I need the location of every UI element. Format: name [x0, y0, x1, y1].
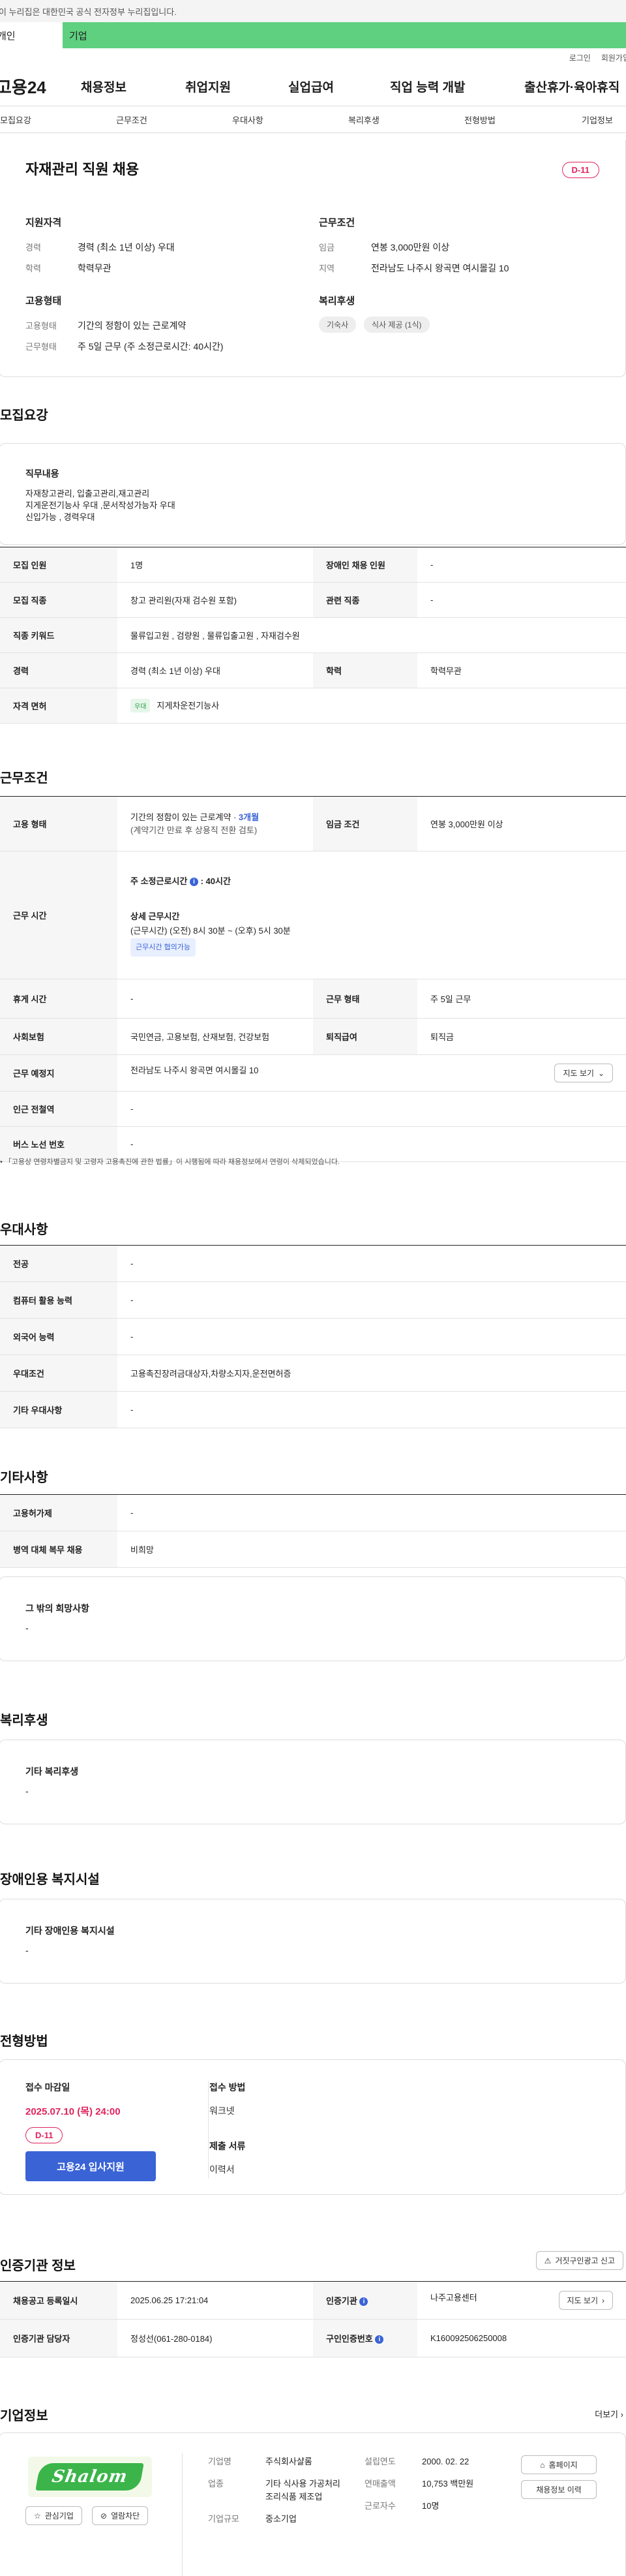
anchor-pref[interactable]: 우대사항 — [232, 114, 348, 126]
company-box: Shalom ☆ 관심기업 ⊘ 열람차단 기업명 주식회사샬롬 업종 기타 식사용 가공… — [0, 2432, 626, 2576]
cond-title: 근무조건 — [319, 217, 355, 228]
company-more-link[interactable]: 더보기 › — [595, 2408, 623, 2420]
job-title: 자재관리 직원 채용 — [25, 161, 140, 177]
education-value: 학력무관 — [78, 263, 112, 273]
work-heading: 근무조건 — [0, 771, 48, 786]
nav-jobs[interactable]: 채용정보 — [81, 78, 185, 95]
gov-banner: 이 누리집은 대한민국 공식 전자정부 누리집입니다. — [0, 0, 626, 22]
job-summary-card: 자재관리 직원 채용 D-11 지원자격 경력 경력 (최소 1년 이상) 우대 … — [0, 140, 626, 377]
warning-icon: ⚠ — [544, 2256, 552, 2265]
process-box: 접수 마감일 2025.07.10 (목) 24:00 D-11 고용24 입사… — [0, 2059, 626, 2195]
other-wish-box: 그 밖의 희망사항 - — [0, 1576, 626, 1661]
nav-employment-support[interactable]: 취업지원 — [185, 78, 288, 95]
company-heading: 기업정보 — [0, 2409, 48, 2423]
company-logo: Shalom — [28, 2457, 152, 2497]
disability-box: 기타 장애인용 복지시설 - — [0, 1899, 626, 1984]
recruit-heading: 모집요강 — [0, 408, 48, 423]
anchor-process[interactable]: 전형방법 — [464, 114, 582, 126]
map-button[interactable]: 지도 보기 ⌄ — [554, 1064, 613, 1082]
anchor-welfare[interactable]: 복리후생 — [348, 114, 464, 126]
region-value: 전라남도 나주시 왕곡면 여시몰길 10 — [371, 263, 509, 273]
cert-heading: 인증기관 정보 — [0, 2259, 76, 2273]
process-heading: 전형방법 — [0, 2034, 48, 2049]
signup-link[interactable]: 회원가입 — [601, 52, 626, 63]
homepage-button[interactable]: ⌂ 홈페이지 — [521, 2455, 597, 2474]
global-nav: 고용24 채용정보 취업지원 실업급여 직업 능력 개발 출산휴가·육아휴직 — [0, 67, 626, 106]
favorite-company-button[interactable]: ☆ 관심기업 — [25, 2506, 82, 2525]
pref-table: 전공 - 컴퓨터 활용 능력 - 외국어 능력 - 우대조건 고용촉진장려금대상자,차량… — [0, 1245, 626, 1428]
work-type-value: 주 5일 근무 (주 소정근로시간: 40시간) — [78, 341, 224, 352]
welfare-heading: 복리후생 — [0, 1713, 48, 1728]
time-negotiable-badge: 근무시간 협의가능 — [130, 938, 196, 957]
work-table: 고용 형태 기간의 정함이 있는 근로계약 · 3개월 (계약기간 만료 후 상용직… — [0, 796, 626, 1162]
tab-personal[interactable]: 개인 — [0, 22, 63, 48]
report-fake-ad-button[interactable]: ⚠ 거짓구인광고 신고 — [535, 2251, 623, 2270]
anchor-recruit[interactable]: 모집요강 — [0, 114, 116, 126]
job-history-button[interactable]: 채용정보 이력 — [521, 2480, 597, 2499]
disability-heading: 장애인용 복지시설 — [0, 1873, 100, 1887]
apply-button[interactable]: 고용24 입사지원 — [25, 2151, 156, 2181]
qual-title: 지원자격 — [25, 217, 62, 228]
pref-heading: 우대사항 — [0, 1223, 48, 1237]
etc-heading: 기타사항 — [0, 1471, 48, 1485]
cert-map-button[interactable]: 지도 보기 › — [558, 2291, 613, 2310]
info-icon[interactable]: i — [375, 2335, 384, 2344]
etc-table: 고용허가제 - 병역 대체 복무 채용 비희망 — [0, 1494, 626, 1568]
emp-type-value: 기간의 정함이 있는 근로계약 — [78, 320, 186, 331]
info-icon[interactable]: i — [359, 2297, 368, 2307]
nav-unemployment[interactable]: 실업급여 — [288, 78, 390, 95]
career-value: 경력 (최소 1년 이상) 우대 — [78, 242, 175, 253]
chevron-down-icon: ⌄ — [597, 1068, 604, 1078]
age-notice: • 「고용상 연령차별금지 및 고령자 고용촉진에 관한 법률」이 시행됨에 따… — [0, 1158, 340, 1166]
anchor-company[interactable]: 기업정보 — [582, 114, 613, 126]
chevron-right-icon: › — [602, 2295, 604, 2305]
welfare-chip: 기숙사 — [319, 316, 357, 333]
dday-badge: D-11 — [25, 2127, 63, 2143]
emp-title: 고용형태 — [25, 296, 62, 307]
login-link[interactable]: 로그인 — [569, 52, 591, 63]
company-name: 주식회사샬롬 — [265, 2457, 312, 2466]
deadline-value: 2025.07.10 (목) 24:00 — [25, 2106, 121, 2117]
dday-badge: D-11 — [561, 162, 599, 178]
section-anchor-nav: 모집요강 근무조건 우대사항 복리후생 전형방법 기업정보 — [0, 106, 626, 133]
block-view-button[interactable]: ⊘ 열람차단 — [92, 2506, 149, 2525]
cert-table: 채용공고 등록일시 2025.06.25 17:21:04 인증기관 i 나주고용센터… — [0, 2281, 626, 2357]
anchor-work[interactable]: 근무조건 — [116, 114, 232, 126]
utility-links: 로그인 회원가입 — [0, 48, 626, 67]
user-type-tabs: 개인 기업 — [0, 22, 626, 48]
nav-parental-leave[interactable]: 출산휴가·육아휴직 — [524, 78, 619, 95]
site-logo[interactable]: 고용24 — [0, 74, 81, 99]
pref-badge: 우대 — [130, 699, 151, 713]
recruit-table: 모집 인원 1명 장애인 채용 인원 - 모집 직종 창고 관리원(자재 검수원 포함)… — [0, 547, 626, 724]
block-icon: ⊘ — [100, 2511, 108, 2521]
job-description-box: 직무내용 자재창고관리, 입출고관리,재고관리 지게운전기능사 우대 ,문서작성… — [0, 443, 626, 545]
nav-training[interactable]: 직업 능력 개발 — [390, 78, 524, 95]
welfare-box: 기타 복리후생 - — [0, 1740, 626, 1824]
tab-company[interactable]: 기업 — [63, 22, 87, 48]
chevron-right-icon: › — [620, 2410, 623, 2419]
info-icon[interactable]: i — [189, 877, 198, 886]
home-icon: ⌂ — [540, 2460, 545, 2470]
wage-value: 연봉 3,000만원 이상 — [371, 242, 450, 253]
star-icon: ☆ — [34, 2511, 41, 2521]
welfare-chip: 식사 제공 (1식) — [364, 316, 430, 333]
welfare-title: 복리후생 — [319, 296, 355, 307]
